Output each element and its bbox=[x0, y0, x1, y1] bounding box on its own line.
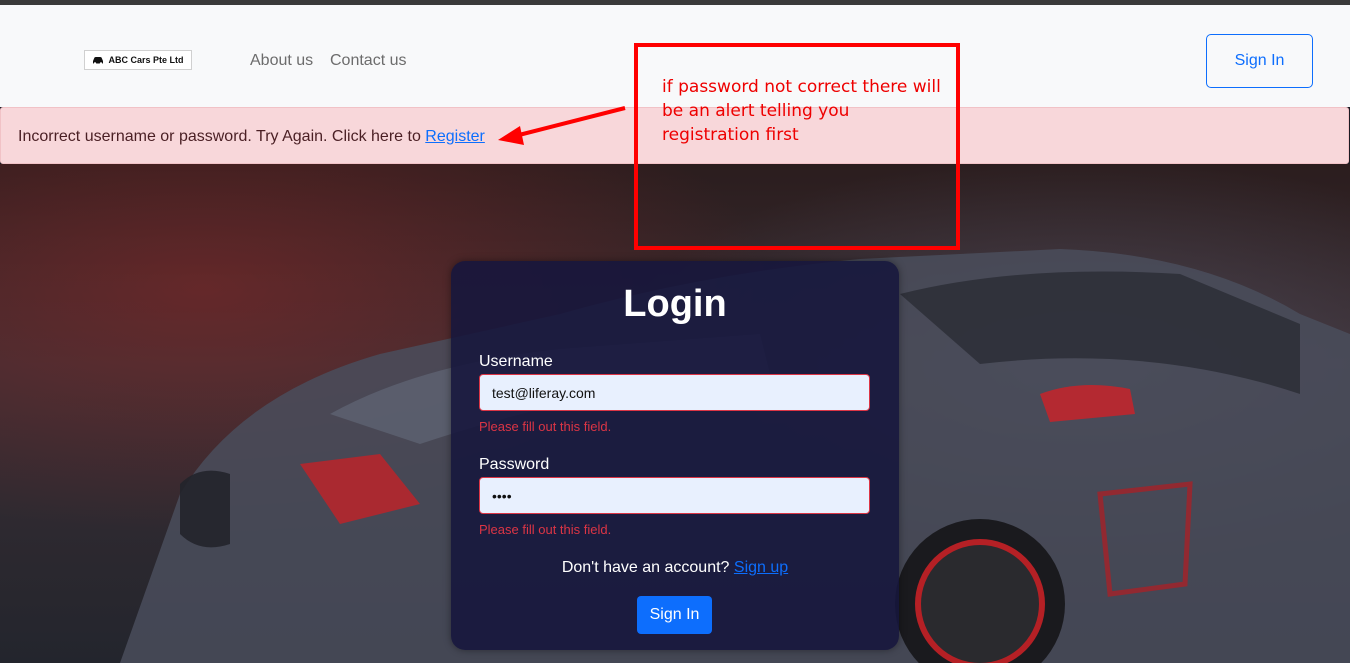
brand-name: ABC Cars Pte Ltd bbox=[108, 55, 184, 65]
annotation-box: if password not correct there will be an… bbox=[634, 43, 960, 250]
nav-link-contact[interactable]: Contact us bbox=[330, 52, 406, 70]
annotation-text: if password not correct there will be an… bbox=[662, 77, 941, 145]
username-input[interactable] bbox=[479, 374, 870, 411]
alert-message: Incorrect username or password. Try Agai… bbox=[18, 128, 426, 145]
login-title: Login bbox=[623, 283, 727, 325]
nav-link-about[interactable]: About us bbox=[250, 52, 313, 70]
signup-prompt-line: Don't have an account? Sign up bbox=[451, 559, 899, 577]
brand-logo[interactable]: ABC Cars Pte Ltd bbox=[84, 50, 192, 70]
password-input[interactable] bbox=[479, 477, 870, 514]
username-error: Please fill out this field. bbox=[479, 419, 612, 434]
car-icon bbox=[92, 56, 104, 65]
password-label: Password bbox=[479, 456, 550, 473]
alert-message-line: Incorrect username or password. Try Agai… bbox=[18, 128, 485, 146]
register-link[interactable]: Register bbox=[425, 128, 485, 145]
login-submit-button[interactable]: Sign In bbox=[637, 596, 712, 634]
password-error: Please fill out this field. bbox=[479, 522, 612, 537]
nav-signin-button[interactable]: Sign In bbox=[1206, 34, 1313, 88]
username-label: Username bbox=[479, 353, 553, 370]
signup-link[interactable]: Sign up bbox=[734, 559, 788, 576]
signup-prompt: Don't have an account? bbox=[561, 559, 734, 576]
login-card: Login Username Please fill out this fiel… bbox=[451, 261, 899, 650]
